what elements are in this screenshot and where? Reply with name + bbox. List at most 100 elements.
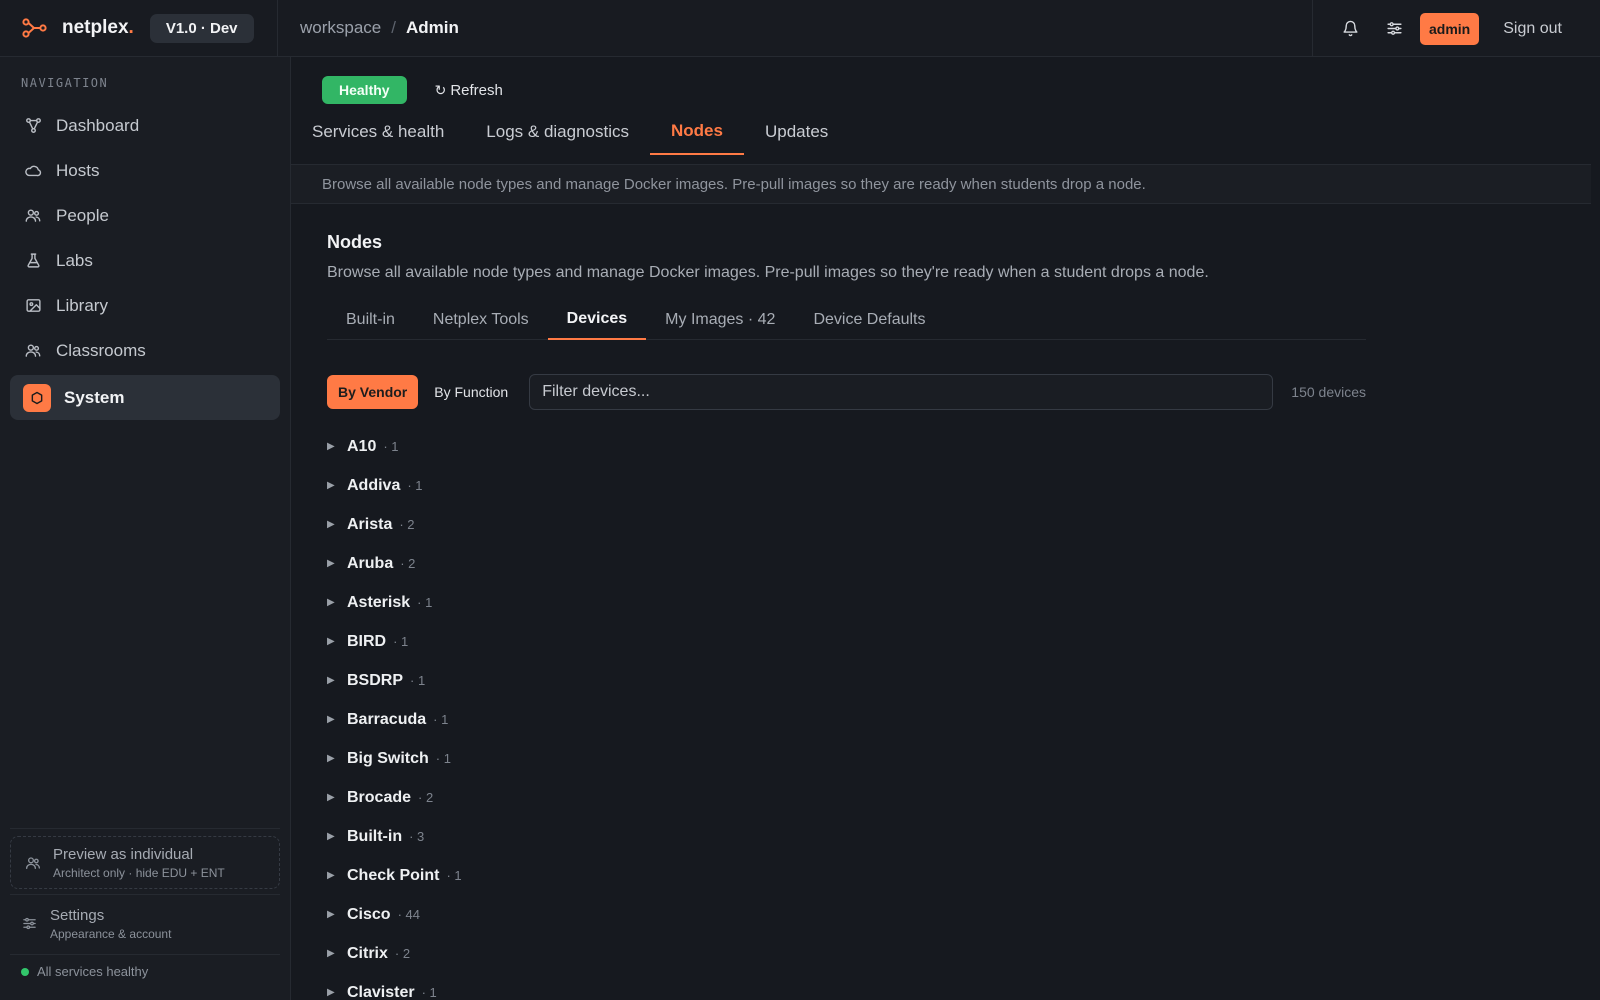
users-icon	[24, 207, 42, 225]
refresh-button[interactable]: ↻ Refresh	[435, 82, 503, 99]
sidebar-item-label: System	[64, 387, 125, 407]
sidebar-item-label: Hosts	[56, 160, 100, 180]
chevron-right-icon: ▶	[327, 909, 335, 920]
vendor-count: · 44	[397, 907, 420, 922]
vendor-count: · 1	[417, 595, 433, 610]
sliders-icon[interactable]	[1384, 19, 1404, 39]
sidebar-item-labs[interactable]: Labs	[10, 238, 280, 283]
nav-heading: NAVIGATION	[21, 76, 109, 90]
sign-out-link[interactable]: Sign out	[1503, 20, 1562, 38]
vendor-group-row[interactable]: ▶ Citrix · 2	[327, 934, 927, 973]
vendor-group-row[interactable]: ▶ A10 · 1	[327, 427, 927, 466]
image-icon	[24, 297, 42, 315]
chevron-right-icon: ▶	[327, 792, 335, 803]
breadcrumb-workspace[interactable]: workspace	[300, 18, 381, 38]
user-role-badge[interactable]: admin	[1420, 12, 1480, 45]
group-by-vendor-button[interactable]: By Vendor	[327, 375, 419, 409]
sidebar-item-label: Classrooms	[56, 340, 146, 360]
vendor-group-row[interactable]: ▶ Cisco · 44	[327, 895, 927, 934]
shield-icon	[23, 383, 51, 412]
tab-my-images[interactable]: My Images · 42	[646, 300, 794, 340]
vendor-group-row[interactable]: ▶ Asterisk · 1	[327, 583, 927, 622]
chevron-right-icon: ▶	[327, 831, 335, 842]
vendor-group-row[interactable]: ▶ Big Switch · 1	[327, 739, 927, 778]
vendor-group-row[interactable]: ▶ Brocade · 2	[327, 778, 927, 817]
sidebar-divider	[10, 828, 280, 829]
settings-link[interactable]: Settings Appearance & account	[22, 907, 171, 941]
vendor-list: ▶ A10 · 1 ▶ Addiva · 1 ▶ Arista · 2 ▶ Aruba · 2 ▶ Ast…	[327, 427, 927, 1000]
section-description: Browse all available node types and mana…	[327, 264, 1209, 281]
tab-devices[interactable]: Devices	[547, 300, 647, 340]
tab-updates[interactable]: Updates	[744, 108, 849, 155]
admin-tabs: Services & health Logs & diagnostics Nod…	[291, 115, 849, 162]
device-count: 150 devices	[1291, 384, 1366, 400]
group-by-function-button[interactable]: By Function	[423, 375, 519, 409]
vendor-count: · 1	[383, 439, 399, 454]
preview-subtitle: Architect only · hide EDU + ENT	[53, 865, 225, 880]
vendor-count: · 2	[394, 946, 411, 961]
info-strip: Browse all available node types and mana…	[291, 164, 1591, 204]
status-text: All services healthy	[37, 964, 149, 979]
sidebar-item-hosts[interactable]: Hosts	[10, 148, 280, 193]
vendor-group-row[interactable]: ▶ Check Point · 1	[327, 856, 927, 895]
health-row: Healthy ↻ Refresh	[322, 76, 503, 104]
preview-as-individual[interactable]: Preview as individual Architect only · h…	[10, 836, 280, 889]
main-content: Healthy ↻ Refresh Services & health Logs…	[291, 57, 1600, 1000]
filter-row: By Vendor By Function 150 devices	[327, 374, 1366, 410]
netplex-logo-icon[interactable]	[22, 18, 48, 38]
chevron-right-icon: ▶	[327, 558, 335, 569]
vendor-group-row[interactable]: ▶ Addiva · 1	[327, 466, 927, 505]
refresh-label: Refresh	[450, 81, 503, 99]
chevron-right-icon: ▶	[327, 753, 335, 764]
tab-logs-diagnostics[interactable]: Logs & diagnostics	[465, 108, 650, 155]
vendor-count: · 1	[393, 634, 409, 649]
vendor-group-row[interactable]: ▶ BSDRP · 1	[327, 661, 927, 700]
vendor-count: · 1	[433, 712, 449, 727]
vendor-name: BIRD	[347, 632, 387, 650]
info-strip-text: Browse all available node types and mana…	[322, 175, 1146, 193]
sidebar-item-system[interactable]: System	[10, 375, 280, 420]
bell-icon[interactable]	[1340, 19, 1360, 39]
sidebar-item-people[interactable]: People	[10, 193, 280, 238]
tab-netplex-tools[interactable]: Netplex Tools	[414, 300, 548, 340]
vendor-group-row[interactable]: ▶ Arista · 2	[327, 505, 927, 544]
breadcrumb-separator: /	[391, 18, 396, 37]
chevron-right-icon: ▶	[327, 987, 335, 998]
vendor-name: Brocade	[347, 788, 412, 806]
tab-device-defaults[interactable]: Device Defaults	[794, 300, 944, 340]
nav-list: Dashboard Hosts People Labs Library Clas…	[10, 103, 280, 420]
tab-built-in[interactable]: Built-in	[327, 300, 414, 340]
vendor-name: A10	[347, 437, 377, 455]
vendor-name: Cisco	[347, 905, 391, 923]
chevron-right-icon: ▶	[327, 480, 335, 491]
sidebar-item-label: Labs	[56, 250, 93, 270]
brand-name[interactable]: netplex.	[62, 17, 134, 39]
flask-icon	[24, 252, 42, 270]
filter-devices-input[interactable]	[529, 374, 1274, 410]
sidebar-item-dashboard[interactable]: Dashboard	[10, 103, 280, 148]
vendor-group-row[interactable]: ▶ Clavister · 1	[327, 973, 927, 1000]
breadcrumb: workspace / Admin	[300, 18, 459, 38]
tab-services-health[interactable]: Services & health	[291, 108, 465, 155]
chevron-right-icon: ▶	[327, 675, 335, 686]
vendor-name: Aruba	[347, 554, 394, 572]
services-status: All services healthy	[21, 964, 148, 979]
vendor-group-row[interactable]: ▶ Aruba · 2	[327, 544, 927, 583]
chevron-right-icon: ▶	[327, 636, 335, 647]
node-sub-tabs: Built-in Netplex Tools Devices My Images…	[327, 300, 1366, 340]
vendor-name: Clavister	[347, 983, 415, 1000]
vendor-count: · 2	[418, 790, 434, 805]
chevron-right-icon: ▶	[327, 870, 335, 881]
vendor-group-row[interactable]: ▶ Built-in · 3	[327, 817, 927, 856]
sidebar-item-library[interactable]: Library	[10, 283, 280, 328]
chevron-right-icon: ▶	[327, 714, 335, 725]
vendor-group-row[interactable]: ▶ BIRD · 1	[327, 622, 927, 661]
sidebar-item-label: Dashboard	[56, 115, 140, 135]
vendor-count: · 2	[399, 517, 415, 532]
vendor-count: · 3	[409, 829, 425, 844]
vendor-group-row[interactable]: ▶ Barracuda · 1	[327, 700, 927, 739]
tab-nodes[interactable]: Nodes	[650, 108, 744, 155]
status-dot-icon	[21, 967, 29, 976]
sidebar-item-classrooms[interactable]: Classrooms	[10, 328, 280, 373]
status-badge: Healthy	[322, 76, 407, 104]
